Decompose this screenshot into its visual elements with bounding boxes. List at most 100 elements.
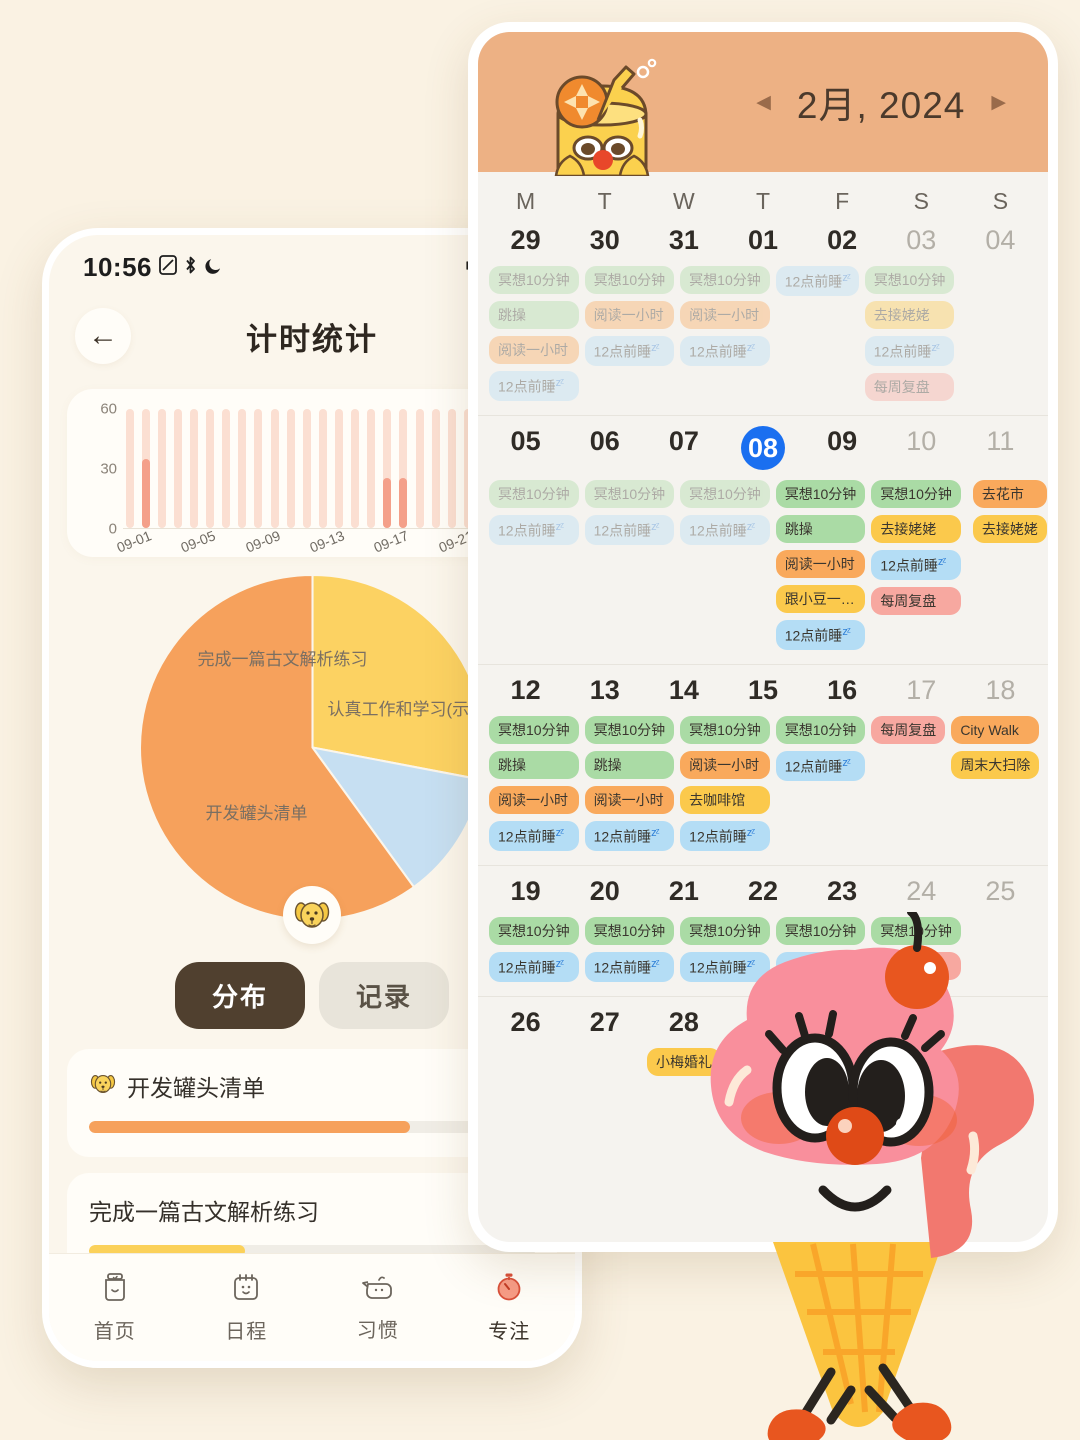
calendar-day-number[interactable]	[803, 1001, 882, 1048]
calendar-task-tag[interactable]: 阅读一小时	[489, 786, 579, 815]
calendar-task-tag[interactable]: 冥想10分钟	[584, 480, 675, 509]
calendar-task-tag[interactable]: 每周复盘	[871, 586, 961, 616]
calendar-task-tag[interactable]: 跳操	[489, 301, 579, 330]
calendar-day-number[interactable]: 18	[961, 669, 1040, 716]
calendar-day-number[interactable]: 06	[565, 420, 644, 480]
calendar-task-tag[interactable]: 去花市	[972, 480, 1047, 509]
calendar-task-tag[interactable]: 冥想10分钟	[775, 917, 866, 946]
calendar-task-tag[interactable]: 12点前睡zᶻ	[584, 952, 675, 983]
calendar-day-number[interactable]: 17	[882, 669, 961, 716]
calendar-task-tag[interactable]: 跟小豆一…	[775, 585, 866, 614]
nav-item-schedule[interactable]: 日程	[181, 1271, 313, 1344]
calendar-task-tag[interactable]: 12点前睡zᶻ	[871, 550, 961, 580]
calendar-task-tag[interactable]: 12点前睡zᶻ	[775, 620, 866, 651]
calendar-task-tag[interactable]: 跳操	[775, 515, 866, 544]
calendar-task-tag[interactable]: 冥想10分钟	[584, 266, 675, 295]
calendar-task-tag[interactable]: 12点前睡zᶻ	[584, 336, 675, 366]
calendar-task-tag[interactable]: 阅读一小时	[680, 751, 770, 780]
calendar-day-number[interactable]: 05	[486, 420, 565, 480]
tab-distribution[interactable]: 分布	[174, 962, 305, 1029]
calendar-task-tag[interactable]: 冥想10分钟	[489, 480, 579, 509]
calendar-day-number[interactable]: 01	[723, 219, 802, 266]
calendar-day-number[interactable]: 22	[723, 870, 802, 917]
back-arrow-icon[interactable]: ←	[75, 308, 131, 364]
calendar-task-tag[interactable]: 12点前睡zᶻ	[489, 371, 579, 402]
calendar-task-tag[interactable]: 阅读一小时	[680, 301, 770, 330]
prev-month-arrow-icon[interactable]: ◀	[756, 91, 771, 114]
calendar-day-number[interactable]: 10	[882, 420, 961, 480]
calendar-day-number[interactable]: 08	[723, 420, 802, 480]
calendar-task-tag[interactable]: 小梅婚礼	[647, 1048, 721, 1077]
calendar-task-tag[interactable]: 12点前睡zᶻ	[775, 266, 859, 296]
calendar-task-tag[interactable]: 冥想10分钟	[871, 917, 961, 946]
calendar-task-tag[interactable]: 冥想10分钟	[871, 480, 961, 509]
calendar-day-number[interactable]: 23	[803, 870, 882, 917]
calendar-task-tag[interactable]: 12点前睡zᶻ	[680, 336, 770, 366]
calendar-task-tag[interactable]: 12点前睡zᶻ	[680, 952, 770, 983]
calendar-day-number[interactable]: 14	[644, 669, 723, 716]
calendar-task-tag[interactable]: 跳操	[584, 751, 675, 780]
calendar-task-tag[interactable]: 12点前睡zᶻ	[489, 821, 579, 852]
calendar-task-tag[interactable]: 12点前睡zᶻ	[584, 821, 675, 852]
tab-records[interactable]: 记录	[319, 962, 450, 1029]
calendar-day-number[interactable]: 20	[565, 870, 644, 917]
calendar-task-tag[interactable]: 冥想10分钟	[864, 266, 955, 295]
calendar-day-number[interactable]: 25	[961, 870, 1040, 917]
calendar-day-number[interactable]: 24	[882, 870, 961, 917]
calendar-task-tag[interactable]: 每周复盘	[864, 372, 955, 402]
calendar-task-tag[interactable]: 冥想10分钟	[489, 266, 579, 295]
calendar-day-number[interactable]: 16	[803, 669, 882, 716]
calendar-task-tag[interactable]: City Walk	[951, 716, 1040, 745]
calendar-day-number[interactable]: 21	[644, 870, 723, 917]
calendar-day-number[interactable]: 27	[565, 1001, 644, 1048]
calendar-day-number[interactable]: 19	[486, 870, 565, 917]
calendar-task-tag[interactable]: 12点前睡zᶻ	[775, 751, 866, 781]
calendar-task-tag[interactable]: 12点前睡zᶻ	[489, 515, 579, 545]
calendar-task-tag[interactable]: 冥想10分钟	[775, 716, 866, 745]
calendar-day-number[interactable]: 31	[644, 219, 723, 266]
calendar-task-tag[interactable]: 12点前睡zᶻ	[584, 515, 675, 545]
calendar-day-number[interactable]	[882, 1001, 961, 1048]
calendar-task-tag[interactable]: 冥想10分钟	[680, 716, 770, 745]
calendar-day-number[interactable]: 12	[486, 669, 565, 716]
calendar-day-number[interactable]	[961, 1001, 1040, 1048]
nav-item-focus[interactable]: 专注	[444, 1271, 576, 1344]
calendar-task-tag[interactable]: 去接姥姥	[871, 515, 961, 544]
calendar-task-tag[interactable]: 阅读一小时	[584, 786, 675, 815]
calendar-task-tag[interactable]: 12点前睡zᶻ	[489, 952, 579, 983]
calendar-task-tag[interactable]: 去接姥姥	[864, 301, 955, 330]
calendar-day-number[interactable]: 26	[486, 1001, 565, 1048]
calendar-day-number[interactable]: 29	[486, 219, 565, 266]
calendar-day-number[interactable]: 30	[565, 219, 644, 266]
calendar-day-number[interactable]: 11	[961, 420, 1040, 480]
selected-day-badge[interactable]: 08	[740, 426, 785, 471]
calendar-task-tag[interactable]: 每周复盘	[871, 952, 961, 981]
calendar-day-number[interactable]	[723, 1001, 802, 1048]
calendar-task-tag[interactable]: 12点前睡zᶻ	[680, 515, 770, 545]
calendar-day-number[interactable]: 09	[803, 420, 882, 480]
calendar-task-tag[interactable]: 12点前睡zᶻ	[864, 336, 955, 366]
calendar-task-tag[interactable]: 12点前睡zᶻ	[775, 952, 866, 983]
calendar-task-tag[interactable]: 冥想10分钟	[489, 917, 579, 946]
calendar-task-tag[interactable]: 每周复盘	[871, 716, 946, 745]
nav-item-habits[interactable]: 习惯	[312, 1272, 444, 1343]
calendar-day-number[interactable]: 02	[803, 219, 882, 266]
calendar-task-tag[interactable]: 冥想10分钟	[680, 480, 770, 509]
nav-item-home[interactable]: 首页	[49, 1271, 181, 1344]
calendar-day-number[interactable]: 28	[644, 1001, 723, 1048]
pie-slice[interactable]	[310, 573, 486, 782]
calendar-task-tag[interactable]: 去咖啡馆	[680, 786, 770, 815]
calendar-task-tag[interactable]: 冥想10分钟	[584, 716, 675, 745]
calendar-day-number[interactable]: 07	[644, 420, 723, 480]
calendar-task-tag[interactable]: 阅读一小时	[584, 301, 675, 330]
calendar-day-number[interactable]: 15	[723, 669, 802, 716]
calendar-task-tag[interactable]: 去接姥姥	[972, 515, 1047, 544]
calendar-day-number[interactable]: 13	[565, 669, 644, 716]
next-month-arrow-icon[interactable]: ▶	[991, 91, 1006, 114]
calendar-task-tag[interactable]: 冥想10分钟	[489, 716, 579, 745]
calendar-day-number[interactable]: 04	[961, 219, 1040, 266]
calendar-day-number[interactable]: 03	[882, 219, 961, 266]
calendar-task-tag[interactable]: 跳操	[489, 751, 579, 780]
calendar-task-tag[interactable]: 冥想10分钟	[584, 917, 675, 946]
calendar-task-tag[interactable]: 阅读一小时	[775, 550, 866, 579]
